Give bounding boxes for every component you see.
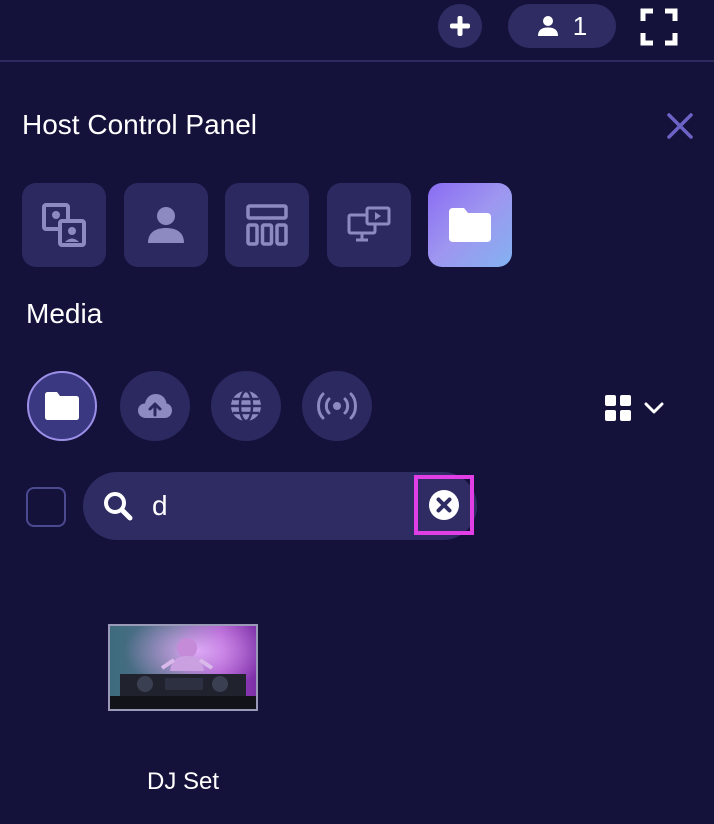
category-tile-grid[interactable] bbox=[225, 183, 309, 267]
topbar-divider bbox=[0, 60, 714, 62]
person-icon bbox=[537, 16, 558, 36]
category-tile-media[interactable] bbox=[428, 183, 512, 267]
search-input[interactable] bbox=[148, 484, 406, 528]
fullscreen-icon bbox=[640, 8, 678, 46]
category-tile-participants[interactable] bbox=[124, 183, 208, 267]
layout-swap-icon bbox=[42, 203, 86, 247]
media-item-label: DJ Set bbox=[146, 768, 220, 795]
participants-count: 1 bbox=[572, 11, 588, 41]
source-button-live-stream[interactable] bbox=[302, 371, 372, 441]
category-tile-screen-share[interactable] bbox=[327, 183, 411, 267]
clear-icon bbox=[429, 490, 459, 520]
source-button-web[interactable] bbox=[211, 371, 281, 441]
folder-icon bbox=[45, 392, 79, 420]
chevron-down-icon bbox=[644, 402, 664, 414]
section-title: Media bbox=[26, 298, 103, 329]
panel-title: Host Control Panel bbox=[22, 109, 258, 140]
grid-layout-icon bbox=[246, 204, 288, 246]
clear-search-button[interactable] bbox=[414, 475, 474, 535]
close-icon bbox=[667, 113, 693, 139]
plus-icon bbox=[450, 16, 470, 36]
category-tile-layouts[interactable] bbox=[22, 183, 106, 267]
select-all-checkbox[interactable] bbox=[26, 487, 66, 527]
person-icon bbox=[148, 207, 184, 243]
screen-share-icon bbox=[347, 206, 391, 242]
add-button[interactable] bbox=[438, 4, 482, 48]
search-icon bbox=[100, 488, 136, 524]
globe-icon bbox=[231, 389, 261, 423]
participants-button[interactable]: 1 bbox=[508, 4, 616, 48]
cloud-upload-icon bbox=[138, 394, 172, 418]
broadcast-icon bbox=[317, 392, 357, 420]
close-panel-button[interactable] bbox=[662, 108, 698, 144]
folder-icon bbox=[449, 208, 491, 242]
fullscreen-button[interactable] bbox=[638, 6, 680, 48]
media-thumbnail-image bbox=[110, 626, 256, 709]
source-button-library[interactable] bbox=[27, 371, 97, 441]
grid-view-icon bbox=[605, 395, 631, 421]
view-mode-dropdown[interactable] bbox=[604, 388, 674, 428]
media-thumbnail[interactable] bbox=[108, 624, 258, 711]
source-button-upload[interactable] bbox=[120, 371, 190, 441]
